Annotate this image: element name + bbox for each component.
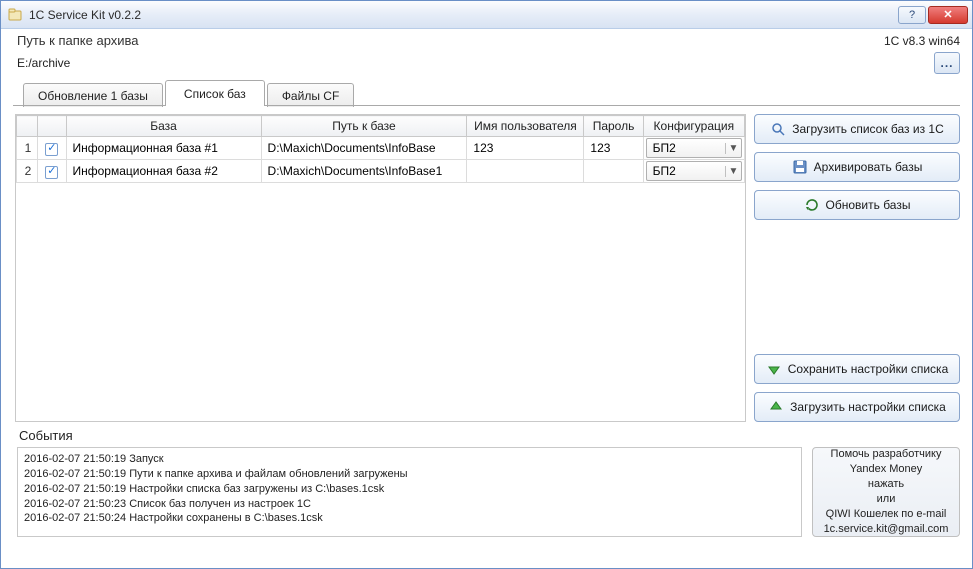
row-config[interactable]: БП2▼ — [643, 137, 744, 160]
archive-label: Архивировать базы — [814, 160, 923, 174]
save-settings-button[interactable]: Сохранить настройки списка — [754, 354, 960, 384]
close-button[interactable]: ✕ — [928, 6, 968, 24]
row-password[interactable]: 123 — [584, 137, 643, 160]
row-user[interactable]: 123 — [467, 137, 584, 160]
tab-cf-files[interactable]: Файлы CF — [267, 83, 354, 107]
help-line: нажать — [868, 477, 904, 492]
chevron-down-icon: ▼ — [725, 166, 741, 177]
tab-update-single[interactable]: Обновление 1 базы — [23, 83, 163, 107]
col-base[interactable]: База — [66, 116, 261, 137]
update-label: Обновить базы — [826, 198, 911, 212]
help-line: или — [877, 492, 896, 507]
version-text: 1C v8.3 win64 — [884, 34, 960, 48]
load-settings-button[interactable]: Загрузить настройки списка — [754, 392, 960, 422]
log-line: 2016-02-07 21:50:19 Настройки списка баз… — [24, 482, 795, 497]
help-line: Yandex Money — [850, 462, 923, 477]
help-button[interactable]: ? — [898, 6, 926, 24]
archive-button[interactable]: Архивировать базы — [754, 152, 960, 182]
help-line: 1c.service.kit@gmail.com — [824, 522, 949, 537]
row-number: 1 — [17, 137, 38, 160]
refresh-icon — [804, 197, 820, 213]
window-title: 1C Service Kit v0.2.2 — [29, 8, 898, 22]
row-path[interactable]: D:\Maxich\Documents\InfoBase1 — [261, 160, 467, 183]
row-name[interactable]: Информационная база #2 — [66, 160, 261, 183]
titlebar: 1C Service Kit v0.2.2 ? ✕ — [1, 1, 972, 29]
help-line: QIWI Кошелек по e-mail — [826, 507, 947, 522]
archive-path-label: Путь к папке архива — [17, 33, 139, 48]
log-line: 2016-02-07 21:50:19 Запуск — [24, 452, 795, 467]
bases-grid[interactable]: База Путь к базе Имя пользователя Пароль… — [15, 114, 746, 422]
chevron-down-icon: ▼ — [725, 143, 741, 154]
magnifier-icon — [770, 121, 786, 137]
log-line: 2016-02-07 21:50:23 Список баз получен и… — [24, 497, 795, 512]
save-icon — [792, 159, 808, 175]
archive-path-value: E:/archive — [17, 56, 928, 70]
row-password[interactable] — [584, 160, 643, 183]
browse-button[interactable]: ... — [934, 52, 960, 74]
load-list-label: Загрузить список баз из 1С — [792, 122, 944, 136]
log-line: 2016-02-07 21:50:24 Настройки сохранены … — [24, 511, 795, 526]
arrow-down-icon — [766, 361, 782, 377]
col-path[interactable]: Путь к базе — [261, 116, 467, 137]
row-path[interactable]: D:\Maxich\Documents\InfoBase — [261, 137, 467, 160]
table-row[interactable]: 1 Информационная база #1D:\Maxich\Documen… — [17, 137, 745, 160]
load-settings-label: Загрузить настройки списка — [790, 400, 946, 414]
load-list-button[interactable]: Загрузить список баз из 1С — [754, 114, 960, 144]
col-pwd[interactable]: Пароль — [584, 116, 643, 137]
log-line: 2016-02-07 21:50:19 Пути к папке архива … — [24, 467, 795, 482]
events-log[interactable]: 2016-02-07 21:50:19 Запуск2016-02-07 21:… — [17, 447, 802, 537]
col-user[interactable]: Имя пользователя — [467, 116, 584, 137]
help-line: Помочь разработчику — [831, 447, 942, 462]
row-config[interactable]: БП2▼ — [643, 160, 744, 183]
tab-bar: Обновление 1 базы Список баз Файлы CF — [1, 80, 972, 106]
events-label: События — [1, 422, 972, 445]
row-checkbox[interactable] — [38, 137, 66, 160]
row-name[interactable]: Информационная база #1 — [66, 137, 261, 160]
row-checkbox[interactable] — [38, 160, 66, 183]
col-config[interactable]: Конфигурация — [643, 116, 744, 137]
app-icon — [7, 7, 23, 23]
help-developer-box[interactable]: Помочь разработчику Yandex Money нажать … — [812, 447, 960, 537]
save-settings-label: Сохранить настройки списка — [788, 362, 949, 376]
update-button[interactable]: Обновить базы — [754, 190, 960, 220]
tab-base-list[interactable]: Список баз — [165, 80, 265, 106]
table-row[interactable]: 2 Информационная база #2D:\Maxich\Documen… — [17, 160, 745, 183]
row-number: 2 — [17, 160, 38, 183]
arrow-up-icon — [768, 399, 784, 415]
row-user[interactable] — [467, 160, 584, 183]
